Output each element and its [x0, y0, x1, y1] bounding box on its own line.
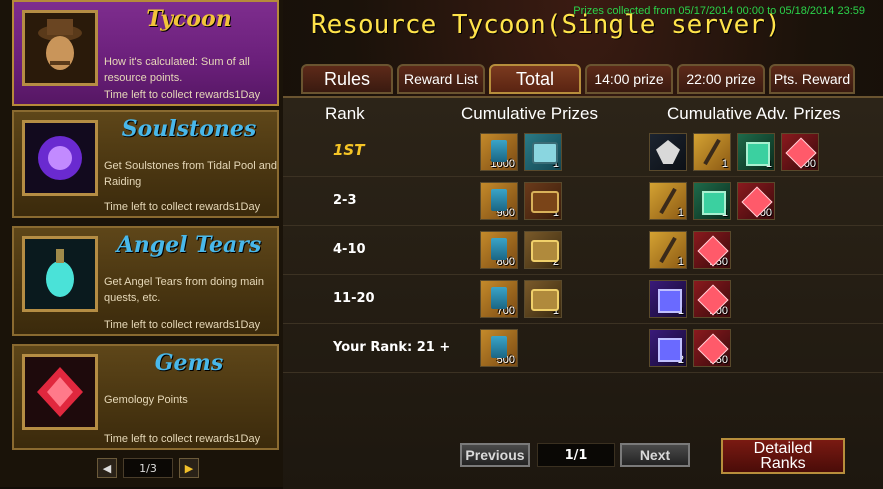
rank-label: 1ST: [333, 141, 365, 159]
scroll-icon[interactable]: 500: [480, 329, 518, 367]
green-gem-icon[interactable]: 1: [737, 133, 775, 171]
rank-label: 4-10: [333, 242, 366, 257]
card-title: Gems: [154, 350, 224, 376]
table-row: 2-3 900 1 1 1 300: [283, 177, 883, 226]
tab-pts-reward[interactable]: Pts. Reward: [769, 64, 855, 94]
scroll-icon[interactable]: 700: [480, 280, 518, 318]
table-row: 1ST 1000 1 1 1 300: [283, 128, 883, 177]
next-button[interactable]: Next: [620, 443, 690, 467]
sidebar-prev-button[interactable]: ◀: [97, 458, 117, 478]
red-gem-icon[interactable]: 250: [693, 231, 731, 269]
detailed-ranks-label-2: Ranks: [760, 455, 806, 472]
item-quantity: 1000: [490, 158, 515, 170]
eagle-icon[interactable]: [649, 133, 687, 171]
gem-icon: [22, 354, 98, 430]
card-desc: How it's calculated: Sum of all resource…: [104, 56, 250, 84]
header-rank: Rank: [325, 104, 365, 123]
table-header: Rank Cumulative Prizes Cumulative Adv. P…: [283, 102, 883, 128]
card-time: Time left to collect rewards1Day: [104, 319, 261, 331]
table-row: 11-20 700 1 1 200: [283, 275, 883, 324]
main-panel: Prizes collected from 05/17/2014 00:00 t…: [283, 0, 883, 489]
purple-gem-icon[interactable]: 1: [649, 280, 687, 318]
detailed-ranks-button[interactable]: Detailed Ranks: [721, 438, 845, 474]
sidebar-page-indicator: 1/3: [123, 458, 173, 478]
tab-rules[interactable]: Rules: [301, 64, 393, 94]
item-quantity: 1: [765, 158, 772, 170]
item-quantity: 300: [797, 158, 816, 170]
detailed-ranks-label-1: Detailed: [753, 440, 813, 457]
header-cumulative-prizes: Cumulative Prizes: [461, 104, 598, 123]
card-title: Tycoon: [146, 6, 232, 32]
card-time: Time left to collect rewards1Day: [104, 433, 261, 445]
tycoon-portrait-icon: [22, 10, 98, 86]
card-gems[interactable]: Gems Gemology Points Time left to collec…: [12, 344, 279, 450]
green-gem-icon[interactable]: 1: [693, 182, 731, 220]
item-quantity: 1: [552, 158, 559, 170]
item-quantity: 300: [753, 207, 772, 219]
card-time: Time left to collect rewards1Day: [104, 201, 261, 213]
item-quantity: 500: [496, 354, 515, 366]
page-indicator: 1/1: [537, 443, 615, 467]
gold-chest-icon[interactable]: 2: [524, 231, 562, 269]
card-title: Soulstones: [121, 116, 257, 142]
weapon-icon[interactable]: 1: [649, 231, 687, 269]
chest-icon[interactable]: 1: [524, 182, 562, 220]
rank-label: Your Rank: 21 +: [333, 340, 451, 355]
item-quantity: 2: [677, 354, 684, 366]
item-quantity: 1: [677, 207, 684, 219]
tab-total[interactable]: Total: [489, 64, 581, 94]
card-desc: Get Angel Tears from doing main quests, …: [104, 276, 264, 304]
item-quantity: 1: [552, 207, 559, 219]
item-quantity: 1: [721, 207, 728, 219]
table-row: Your Rank: 21 + 500 2 150: [283, 324, 883, 373]
scroll-icon[interactable]: 1000: [480, 133, 518, 171]
sidebar: Tycoon How it's calculated: Sum of all r…: [0, 0, 283, 487]
item-quantity: 150: [709, 354, 728, 366]
sidebar-pager: ◀ 1/3 ▶: [97, 458, 199, 478]
red-gem-icon[interactable]: 150: [693, 329, 731, 367]
item-quantity: 900: [496, 207, 515, 219]
previous-button[interactable]: Previous: [460, 443, 530, 467]
angel-tear-icon: [22, 236, 98, 312]
rank-label: 11-20: [333, 291, 375, 306]
tab-2200-prize[interactable]: 22:00 prize: [677, 64, 765, 94]
sidebar-next-button[interactable]: ▶: [179, 458, 199, 478]
purple-gem-icon[interactable]: 2: [649, 329, 687, 367]
tab-1400-prize[interactable]: 14:00 prize: [585, 64, 673, 94]
red-gem-icon[interactable]: 200: [693, 280, 731, 318]
item-quantity: 250: [709, 256, 728, 268]
item-quantity: 1: [677, 256, 684, 268]
gold-chest-icon[interactable]: 1: [524, 280, 562, 318]
item-quantity: 1: [552, 305, 559, 317]
item-quantity: 1: [721, 158, 728, 170]
header-cumulative-adv-prizes: Cumulative Adv. Prizes: [667, 104, 841, 123]
blue-chest-icon[interactable]: 1: [524, 133, 562, 171]
item-quantity: 2: [552, 256, 559, 268]
card-desc: Gemology Points: [104, 394, 188, 406]
scroll-icon[interactable]: 800: [480, 231, 518, 269]
rank-label: 2-3: [333, 193, 357, 208]
tab-reward-list[interactable]: Reward List: [397, 64, 485, 94]
scroll-icon[interactable]: 900: [480, 182, 518, 220]
tab-bar: Rules Reward List Total 14:00 prize 22:0…: [301, 64, 855, 94]
red-gem-icon[interactable]: 300: [781, 133, 819, 171]
item-quantity: 200: [709, 305, 728, 317]
item-quantity: 700: [496, 305, 515, 317]
card-time: Time left to collect rewards1Day: [104, 89, 261, 101]
soulstone-icon: [22, 120, 98, 196]
card-soulstones[interactable]: Soulstones Get Soulstones from Tidal Poo…: [12, 110, 279, 218]
weapon-icon[interactable]: 1: [649, 182, 687, 220]
card-title: Angel Tears: [116, 232, 262, 258]
weapon-icon[interactable]: 1: [693, 133, 731, 171]
card-angel-tears[interactable]: Angel Tears Get Angel Tears from doing m…: [12, 226, 279, 336]
item-quantity: 1: [677, 305, 684, 317]
red-gem-icon[interactable]: 300: [737, 182, 775, 220]
item-quantity: 800: [496, 256, 515, 268]
card-tycoon[interactable]: Tycoon How it's calculated: Sum of all r…: [12, 0, 279, 106]
card-desc: Get Soulstones from Tidal Pool and Raidi…: [104, 160, 278, 188]
table-row: 4-10 800 2 1 250: [283, 226, 883, 275]
page-title: Resource Tycoon(Single server): [311, 10, 781, 40]
ranking-table: Rank Cumulative Prizes Cumulative Adv. P…: [283, 96, 883, 489]
